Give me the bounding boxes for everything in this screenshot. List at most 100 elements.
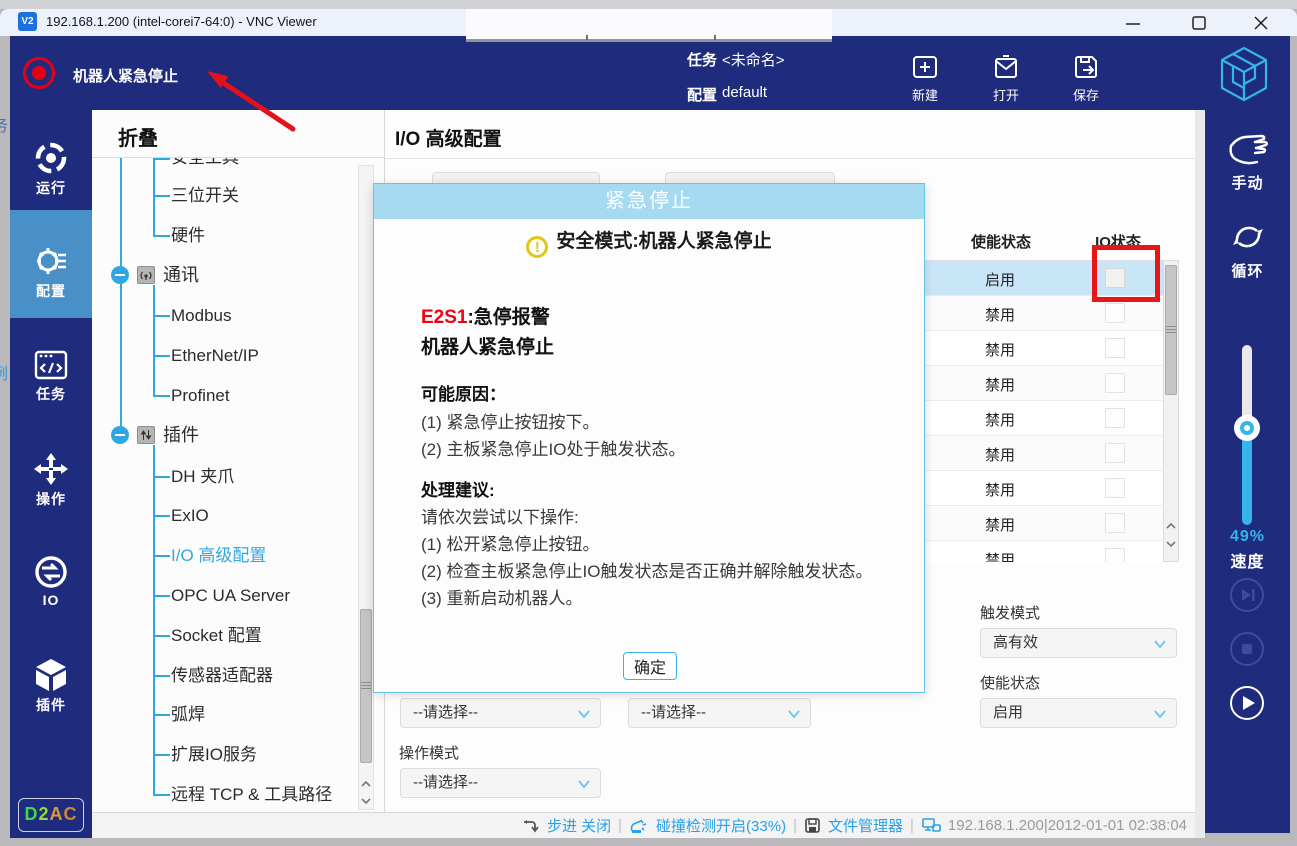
tree-item-dh-gripper[interactable]: DH 夹爪 [171,465,234,489]
collapse-node-icon[interactable] [111,426,129,444]
select-dropdown-2[interactable]: --请选择-- [628,698,811,728]
tree-item-modbus[interactable]: Modbus [171,304,231,328]
tree-line [153,635,170,637]
emergency-stop-status-text: 机器人紧急停止 [73,65,178,86]
d2ac-letter: A [50,804,64,824]
tree-scrollbar[interactable] [358,165,374,810]
table-row[interactable]: 禁用 [925,436,1163,471]
close-button[interactable] [1246,15,1276,31]
tree-item-safety-tools[interactable]: 安全工具 [171,158,239,170]
file-manager-link[interactable]: 文件管理器 [828,815,903,836]
table-row[interactable]: 禁用 [925,541,1163,562]
emergency-stop-dialog: 紧急停止 !安全模式:机器人紧急停止 E2S1:急停报警 机器人紧急停止 可能原… [373,183,925,693]
tree-item-profinet[interactable]: Profinet [171,384,230,408]
vnc-toolbar-collapsed[interactable] [466,9,832,42]
tree-item-extended-io-service[interactable]: 扩展IO服务 [171,743,257,767]
io-state-checkbox[interactable] [1105,548,1125,562]
manual-mode-label[interactable]: 手动 [1205,172,1290,193]
scroll-up-icon[interactable] [1165,519,1177,533]
step-button[interactable] [1230,578,1264,612]
divider [385,158,1195,159]
tree-item-ethernet-ip[interactable]: EtherNet/IP [171,344,259,368]
minimize-button[interactable] [1118,15,1148,31]
tree-item-io-advanced-config[interactable]: I/O 高级配置 [171,544,266,568]
maximize-button[interactable] [1184,15,1214,31]
sidebar-item-plugin[interactable]: 插件 [10,651,92,747]
io-state-checkbox[interactable] [1105,443,1125,463]
tree-item-remote-tcp-toolpath[interactable]: 远程 TCP & 工具路径 [171,783,332,807]
app-header: 机器人紧急停止 任务 <未命名> 配置 default 新建 打开 保存 [10,36,1290,110]
panel-gap [1195,110,1205,838]
suggestion-item: (2) 检查主板紧急停止IO触发状态是否正确并解除触发状态。 [421,557,872,582]
speed-slider-fill[interactable] [1242,428,1252,525]
task-label: 任务 [687,49,717,70]
table-scrollbar-thumb[interactable] [1165,265,1177,395]
save-button[interactable]: 保存 [1055,52,1117,108]
dialog-title: 紧急停止 [374,184,924,219]
d2ac-button[interactable]: D2AC [18,798,84,832]
tree-item-three-position-switch[interactable]: 三位开关 [171,184,239,208]
table-row[interactable]: 禁用 [925,471,1163,506]
tree-item-exio[interactable]: ExIO [171,504,209,528]
tree-item-hardware[interactable]: 硬件 [171,224,205,248]
stop-button[interactable] [1230,632,1264,666]
error-code-line: E2S1:急停报警 [421,302,550,329]
tree-line [153,555,170,557]
trigger-mode-label: 触发模式 [980,602,1040,623]
speed-percent: 49% [1205,528,1290,546]
sidebar-item-config[interactable]: 配置 [10,237,92,333]
table-scrollbar[interactable] [1163,260,1179,562]
io-state-checkbox[interactable] [1105,408,1125,428]
scroll-down-icon[interactable] [360,794,372,808]
sidebar-item-task[interactable]: 任务 [10,342,92,438]
speed-slider-handle[interactable] [1234,415,1260,441]
loop-mode-label[interactable]: 循环 [1205,260,1290,281]
page-title: I/O 高级配置 [395,124,502,151]
new-button[interactable]: 新建 [894,52,956,108]
collapse-node-icon[interactable] [111,266,129,284]
tree-line [120,158,122,435]
enable-state-select[interactable]: 启用 [980,698,1177,728]
table-row[interactable]: 禁用 [925,331,1163,366]
sidebar-item-io[interactable]: IO [10,548,92,644]
io-cycle-icon [32,554,70,590]
sidebar-item-operate[interactable]: 操作 [10,445,92,541]
error-name: :急停报警 [467,307,549,328]
collision-detect-status[interactable]: 碰撞检测开启(33%) [656,815,786,836]
scroll-down-icon[interactable] [1165,537,1177,551]
manual-hand-icon [1227,132,1269,168]
io-state-checkbox[interactable] [1105,373,1125,393]
sidebar-item-label: 配置 [10,281,92,301]
table-row[interactable]: 禁用 [925,366,1163,401]
status-bar: 步进 关闭 | 碰撞检测开启(33%) | 文件管理器 | 192.168.1.… [92,812,1195,838]
select-dropdown-1[interactable]: --请选择-- [400,698,601,728]
io-state-checkbox[interactable] [1105,303,1125,323]
tree-item-opc-ua-server[interactable]: OPC UA Server [171,584,290,608]
tree-item-plugins[interactable]: 插件 [163,423,199,447]
trigger-mode-select[interactable]: 高有效 [980,628,1177,658]
trigger-mode-value: 高有效 [993,634,1038,651]
tree-item-arc-welding[interactable]: 弧焊 [171,703,205,727]
operation-mode-select[interactable]: --请选择-- [400,768,601,798]
tree-item-socket-config[interactable]: Socket 配置 [171,624,262,648]
table-row[interactable]: 禁用 [925,401,1163,436]
ok-button[interactable]: 确定 [623,652,677,680]
tree-line [153,158,155,237]
step-mode-status[interactable]: 步进 关闭 [547,815,611,836]
io-state-checkbox[interactable] [1105,338,1125,358]
io-state-checkbox[interactable] [1105,513,1125,533]
collapse-header[interactable]: 折叠 [118,122,158,151]
scroll-up-icon[interactable] [360,777,372,791]
enable-state-value: 禁用 [960,479,1040,500]
tree-scrollbar-thumb[interactable] [360,609,372,763]
table-row[interactable]: 禁用 [925,506,1163,541]
tree-item-communication[interactable]: 通讯 [163,263,199,287]
io-state-checkbox[interactable] [1105,478,1125,498]
play-button[interactable] [1230,686,1264,720]
tree-item-sensor-adapter[interactable]: 传感器适配器 [171,664,273,688]
enable-state-value: 禁用 [960,444,1040,465]
antenna-icon [137,266,155,284]
select-placeholder: --请选择-- [641,704,706,721]
open-button[interactable]: 打开 [975,52,1037,108]
sidebar-item-run[interactable]: 运行 [10,134,92,230]
